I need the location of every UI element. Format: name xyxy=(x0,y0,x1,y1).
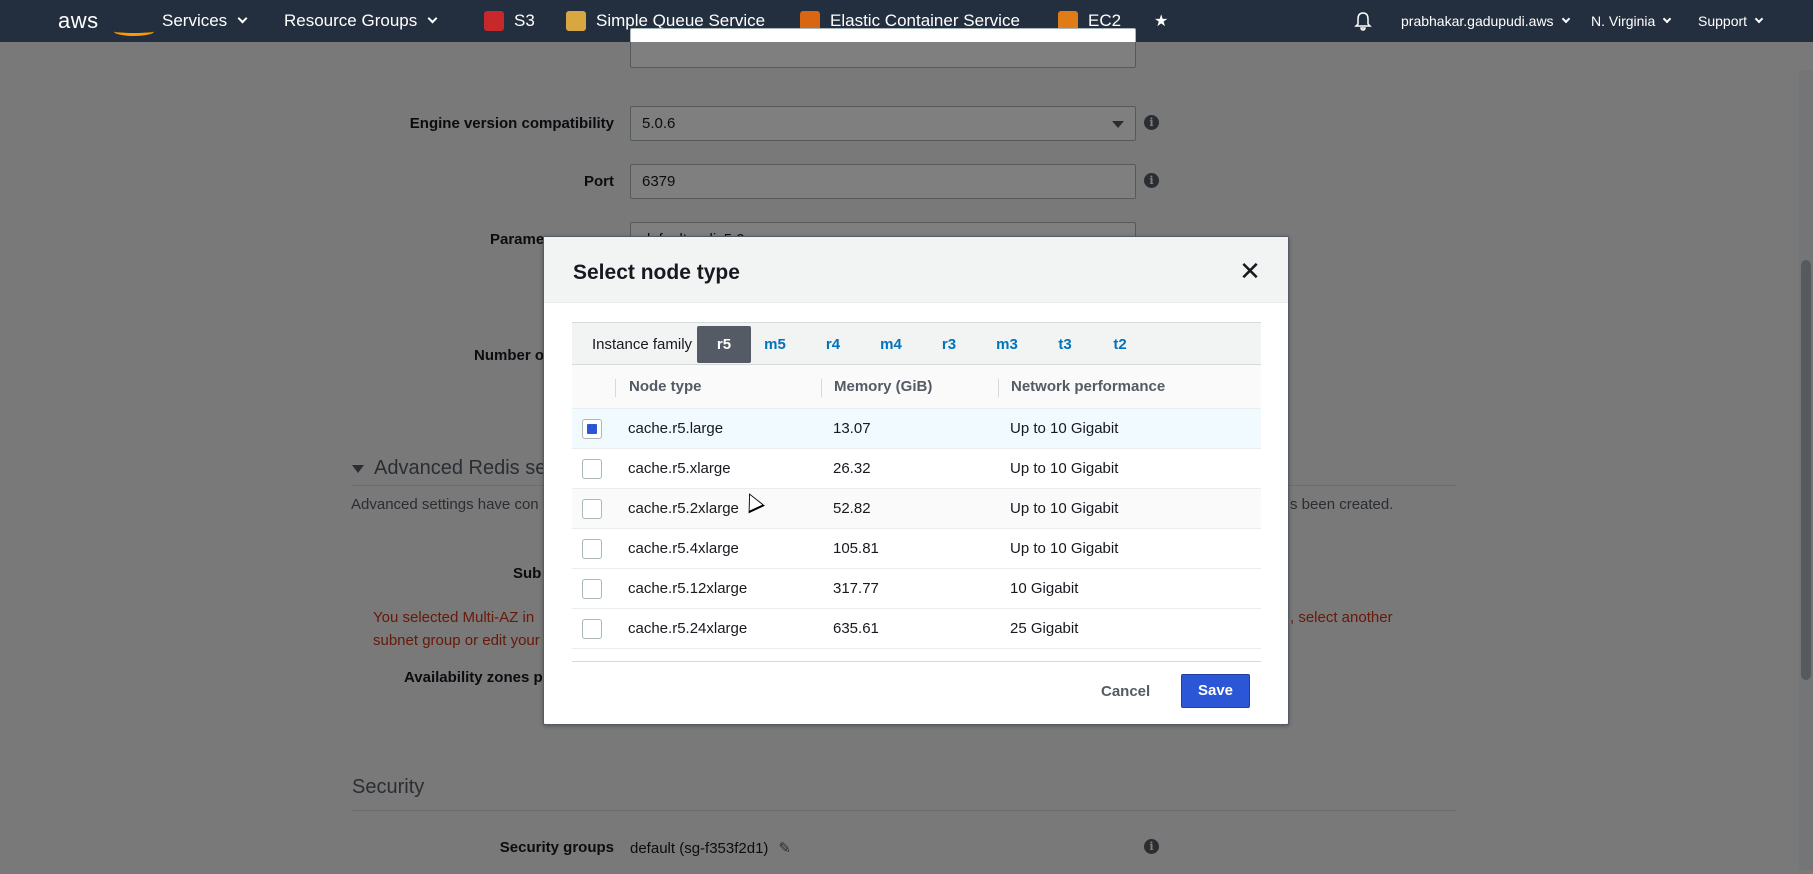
memory-cell: 105.81 xyxy=(833,540,879,557)
network-cell: Up to 10 Gigabit xyxy=(1010,540,1119,557)
cancel-button[interactable]: Cancel xyxy=(1101,675,1150,709)
network-cell: Up to 10 Gigabit xyxy=(1010,500,1119,517)
tab-family-r4[interactable]: r4 xyxy=(806,326,860,363)
table-row[interactable]: cache.r5.12xlarge 317.77 10 Gigabit xyxy=(572,569,1261,609)
column-divider xyxy=(821,379,822,397)
column-header-memory[interactable]: Memory (GiB) xyxy=(834,365,932,409)
row-checkbox[interactable] xyxy=(582,459,602,479)
select-node-type-modal: Select node type ✕ Instance family r5 m5… xyxy=(543,236,1289,725)
sqs-icon xyxy=(566,11,586,31)
column-header-node-type[interactable]: Node type xyxy=(629,365,702,409)
tab-family-r3[interactable]: r3 xyxy=(922,326,976,363)
network-cell: Up to 10 Gigabit xyxy=(1010,420,1119,437)
row-checkbox[interactable] xyxy=(582,619,602,639)
table-row[interactable]: cache.r5.large 13.07 Up to 10 Gigabit xyxy=(572,409,1261,449)
memory-cell: 26.32 xyxy=(833,460,871,477)
row-checkbox[interactable] xyxy=(582,499,602,519)
chevron-down-icon xyxy=(237,13,248,24)
instance-family-label: Instance family xyxy=(592,336,693,353)
memory-cell: 52.82 xyxy=(833,500,871,517)
node-type-table-header: Node type Memory (GiB) Network performan… xyxy=(572,365,1261,409)
network-cell: Up to 10 Gigabit xyxy=(1010,460,1119,477)
row-checkbox[interactable] xyxy=(582,419,602,439)
row-checkbox[interactable] xyxy=(582,539,602,559)
memory-cell: 13.07 xyxy=(833,420,871,437)
column-header-network[interactable]: Network performance xyxy=(1011,365,1165,409)
node-type-cell: cache.r5.24xlarge xyxy=(628,620,748,637)
node-type-cell: cache.r5.xlarge xyxy=(628,460,731,477)
table-row[interactable]: cache.r5.4xlarge 105.81 Up to 10 Gigabit xyxy=(572,529,1261,569)
services-menu[interactable]: Services xyxy=(162,0,248,42)
node-type-cell: cache.r5.12xlarge xyxy=(628,580,748,597)
tab-family-t3[interactable]: t3 xyxy=(1038,326,1092,363)
close-icon[interactable]: ✕ xyxy=(1238,258,1262,284)
tab-family-m3[interactable]: m3 xyxy=(980,326,1034,363)
tab-family-m4[interactable]: m4 xyxy=(864,326,918,363)
resource-groups-menu[interactable]: Resource Groups xyxy=(284,0,438,42)
chevron-down-icon xyxy=(427,13,438,24)
support-menu[interactable]: Support xyxy=(1698,0,1764,42)
row-checkbox[interactable] xyxy=(582,579,602,599)
tab-family-r5[interactable]: r5 xyxy=(697,326,751,363)
column-divider xyxy=(615,379,616,397)
tab-family-m5[interactable]: m5 xyxy=(748,326,802,363)
column-divider xyxy=(998,379,999,397)
chevron-down-icon xyxy=(1663,14,1672,23)
bell-icon[interactable] xyxy=(1354,0,1372,42)
account-menu[interactable]: prabhakar.gadupudi.aws xyxy=(1401,0,1570,42)
region-menu[interactable]: N. Virginia xyxy=(1591,0,1672,42)
tab-family-t2[interactable]: t2 xyxy=(1093,326,1147,363)
aws-smile-icon xyxy=(114,27,154,36)
s3-icon xyxy=(484,11,504,31)
network-cell: 25 Gigabit xyxy=(1010,620,1079,637)
shortcut-s3[interactable]: S3 xyxy=(484,0,535,42)
modal-header: Select node type ✕ xyxy=(544,237,1288,303)
instance-family-tabs: Instance family r5 m5 r4 m4 r3 m3 t3 t2 xyxy=(572,322,1261,365)
table-row[interactable]: cache.r5.2xlarge 52.82 Up to 10 Gigabit xyxy=(572,489,1261,529)
chevron-down-icon xyxy=(1754,14,1764,23)
save-button[interactable]: Save xyxy=(1181,674,1250,708)
table-row[interactable]: cache.r5.24xlarge 635.61 25 Gigabit xyxy=(572,609,1261,649)
pin-icon[interactable]: ★ xyxy=(1154,0,1168,42)
node-type-cell: cache.r5.large xyxy=(628,420,724,437)
table-row[interactable]: cache.r5.xlarge 26.32 Up to 10 Gigabit xyxy=(572,449,1261,489)
modal-title: Select node type xyxy=(573,261,740,284)
memory-cell: 635.61 xyxy=(833,620,879,637)
node-type-cell: cache.r5.4xlarge xyxy=(628,540,739,557)
modal-footer-divider xyxy=(572,661,1261,662)
aws-logo[interactable]: aws xyxy=(58,0,154,42)
chevron-down-icon xyxy=(1561,14,1570,23)
network-cell: 10 Gigabit xyxy=(1010,580,1079,597)
memory-cell: 317.77 xyxy=(833,580,879,597)
node-type-cell: cache.r5.2xlarge xyxy=(628,500,739,517)
